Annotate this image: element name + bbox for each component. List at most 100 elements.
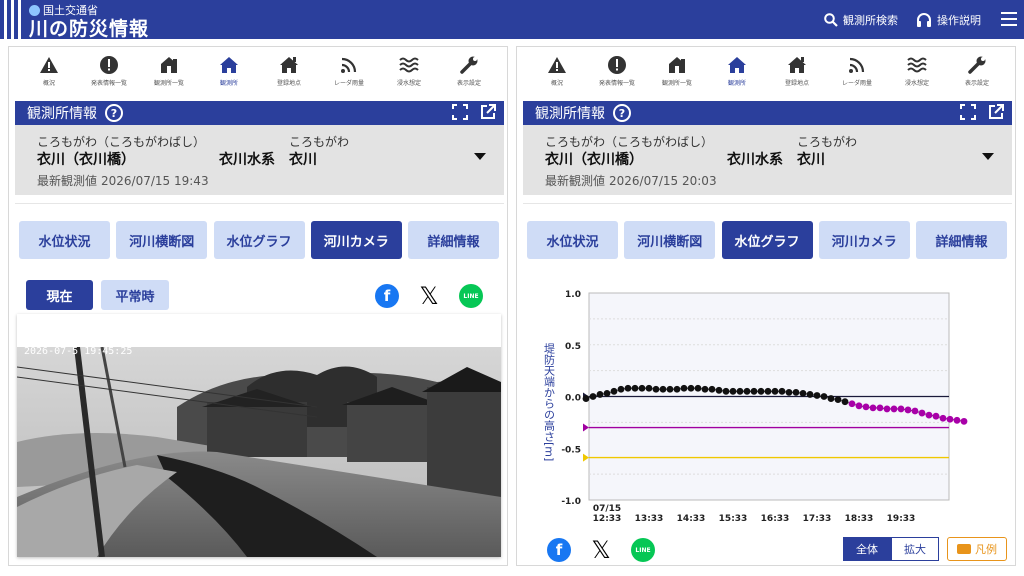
x-tick-label: 12:33	[593, 514, 622, 524]
flood-icon	[907, 57, 927, 73]
river-name: 衣川	[797, 152, 825, 168]
iconbar-label: 発表情報一覧	[90, 80, 127, 87]
radar-icon	[341, 57, 357, 73]
data-point	[736, 387, 744, 395]
iconbar-label: 表示設定	[964, 80, 989, 87]
data-point	[932, 412, 940, 420]
station-kana: ころもがわ（ころもがわばし）	[37, 135, 206, 149]
divider	[15, 203, 504, 204]
station-list-icon	[161, 57, 177, 73]
data-point	[638, 384, 646, 392]
iconbar-item-wrench[interactable]: 表示設定	[947, 55, 1007, 87]
iconbar-item-station-list[interactable]: 観測所一覧	[139, 55, 199, 87]
data-point	[722, 387, 730, 395]
tab-river-camera[interactable]: 河川カメラ	[818, 221, 910, 259]
open-external-icon[interactable]	[480, 104, 496, 120]
zoom-in-button[interactable]: 拡大	[891, 537, 939, 561]
tab-details[interactable]: 詳細情報	[916, 221, 1007, 259]
iconbar-item-radar[interactable]: レーダ雨量	[319, 55, 379, 87]
data-point	[673, 385, 681, 393]
app-title[interactable]: 川の防災情報	[29, 14, 149, 41]
iconbar-item-wrench[interactable]: 表示設定	[439, 55, 499, 87]
camera-photo	[17, 347, 501, 557]
tab-water-graph[interactable]: 水位グラフ	[721, 221, 813, 259]
river-kana: ころもがわ	[289, 135, 350, 149]
data-point	[666, 385, 674, 393]
line-icon[interactable]: LINE	[631, 538, 655, 562]
x-tick-label: 19:33	[887, 514, 916, 524]
iconbar-label: 発表情報一覧	[598, 80, 635, 87]
registered-home-icon	[280, 57, 298, 73]
iconbar-label: 観測所一覧	[153, 80, 184, 87]
wrench-icon	[968, 56, 986, 74]
zoom-all-button[interactable]: 全体	[843, 537, 891, 561]
data-point	[645, 384, 653, 392]
fullscreen-icon[interactable]	[960, 104, 976, 120]
legend-button[interactable]: 凡例	[947, 537, 1007, 561]
data-point	[624, 384, 632, 392]
iconbar-item-station-list[interactable]: 観測所一覧	[647, 55, 707, 87]
tab-water-graph[interactable]: 水位グラフ	[213, 221, 305, 259]
fullscreen-icon[interactable]	[452, 104, 468, 120]
iconbar-item-registered-home[interactable]: 登録地点	[767, 55, 827, 87]
tab-water-level[interactable]: 水位状況	[527, 221, 618, 259]
river-name: 衣川	[289, 152, 317, 168]
search-icon	[824, 13, 838, 27]
help-question-icon[interactable]: ?	[105, 104, 123, 122]
data-point	[960, 417, 968, 425]
x-tick-label: 18:33	[845, 514, 874, 524]
share-buttons: f 𝕏 LINE	[547, 536, 655, 564]
hamburger-menu-icon[interactable]	[1001, 12, 1017, 30]
station-kana: ころもがわ（ころもがわばし）	[545, 135, 714, 149]
data-point	[883, 405, 891, 413]
iconbar-item-flood[interactable]: 浸水想定	[887, 55, 947, 87]
tab-details[interactable]: 詳細情報	[408, 221, 499, 259]
facebook-icon[interactable]: f	[375, 284, 399, 308]
data-point	[911, 407, 919, 415]
chevron-down-icon[interactable]	[982, 153, 994, 160]
y-tick-label: 1.0	[565, 290, 581, 300]
station-selector[interactable]: ころもがわ（ころもがわばし） 衣川（衣川橋） ころもがわ 衣川水系 衣川 最新観…	[15, 125, 504, 195]
data-point	[855, 402, 863, 410]
app-header: 国土交通省 川の防災情報 観測所検索 操作説明	[0, 0, 1024, 41]
data-point	[953, 416, 961, 424]
iconbar-item-radar[interactable]: レーダ雨量	[827, 55, 887, 87]
y-axis-label: 堤防天端からの高さ[m]	[543, 343, 556, 462]
data-point	[750, 387, 758, 395]
iconbar-item-home[interactable]: 観測所	[707, 55, 767, 87]
open-external-icon[interactable]	[988, 104, 1004, 120]
iconbar-item-warning[interactable]: 概況	[527, 55, 587, 87]
help-question-icon[interactable]: ?	[613, 104, 631, 122]
x-tick-date-label: 07/15	[593, 504, 621, 514]
tab-cross-section[interactable]: 河川横断図	[116, 221, 208, 259]
station-search-link[interactable]: 観測所検索	[824, 12, 898, 28]
y-tick-label: 0.0	[565, 394, 581, 404]
x-twitter-icon[interactable]: 𝕏	[589, 536, 613, 564]
river-kana: ころもがわ	[797, 135, 858, 149]
warning-icon	[40, 57, 58, 73]
station-selector[interactable]: ころもがわ（ころもがわばし） 衣川（衣川橋） ころもがわ 衣川水系 衣川 最新観…	[523, 125, 1012, 195]
iconbar-item-flood[interactable]: 浸水想定	[379, 55, 439, 87]
iconbar-item-alert[interactable]: 発表情報一覧	[79, 55, 139, 87]
station-name: 衣川（衣川橋）	[545, 152, 643, 168]
help-link[interactable]: 操作説明	[916, 12, 981, 28]
data-point	[652, 385, 660, 393]
tab-river-camera[interactable]: 河川カメラ	[310, 221, 402, 259]
chevron-down-icon[interactable]	[474, 153, 486, 160]
iconbar-item-warning[interactable]: 概況	[19, 55, 79, 87]
facebook-icon[interactable]: f	[547, 538, 571, 562]
current-toggle-button[interactable]: 現在	[26, 280, 93, 310]
normal-time-toggle-button[interactable]: 平常時	[101, 280, 169, 310]
registered-home-icon	[788, 57, 806, 73]
iconbar-item-registered-home[interactable]: 登録地点	[259, 55, 319, 87]
data-point	[631, 384, 639, 392]
x-twitter-icon[interactable]: 𝕏	[417, 282, 441, 310]
data-point	[925, 411, 933, 419]
iconbar-item-alert[interactable]: 発表情報一覧	[587, 55, 647, 87]
x-tick-label: 13:33	[635, 514, 664, 524]
iconbar-item-home[interactable]: 観測所	[199, 55, 259, 87]
tab-cross-section[interactable]: 河川横断図	[624, 221, 716, 259]
tab-water-level[interactable]: 水位状況	[19, 221, 110, 259]
line-icon[interactable]: LINE	[459, 284, 483, 308]
alert-icon	[608, 56, 626, 74]
